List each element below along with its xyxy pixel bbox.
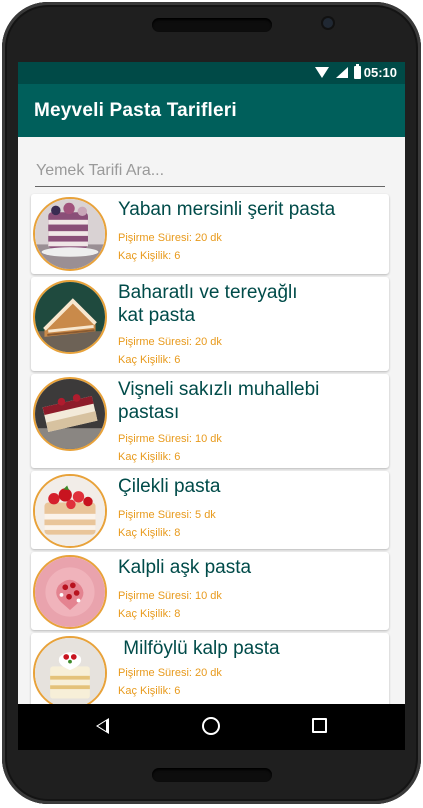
back-icon[interactable] (96, 718, 109, 734)
search-input[interactable]: Yemek Tarifi Ara... (35, 155, 385, 187)
recipe-image (33, 555, 107, 629)
screen: 05:10 Meyveli Pasta Tarifleri Yemek Tari… (18, 62, 405, 704)
recipe-cook-time: Pişirme Süresi: 20 dk (118, 232, 222, 244)
recipe-card[interactable]: Çilekli pasta Pişirme Süresi: 5 dk Kaç K… (31, 471, 389, 549)
signal-icon (336, 67, 348, 78)
recipe-servings: Kaç Kişilik: 6 (118, 451, 181, 463)
recipe-image (33, 197, 107, 271)
recipe-title: Kalpli aşk pasta (118, 557, 252, 578)
front-camera-icon (323, 18, 333, 28)
recipe-title: Baharatlı ve tereyağlı kat pasta (118, 282, 298, 326)
recipe-card[interactable]: Kalpli aşk pasta Pişirme Süresi: 10 dk K… (31, 552, 389, 630)
wifi-icon (315, 67, 329, 78)
recipe-cook-time: Pişirme Süresi: 20 dk (118, 667, 222, 679)
status-bar: 05:10 (18, 62, 405, 84)
recipe-image (33, 377, 107, 451)
navigation-bar (18, 704, 405, 750)
recipe-cook-time: Pişirme Süresi: 5 dk (118, 509, 216, 521)
recipe-servings: Kaç Kişilik: 6 (118, 250, 181, 262)
top-speaker (152, 18, 272, 32)
recipe-servings: Kaç Kişilik: 6 (118, 685, 181, 697)
recipe-card[interactable]: Milföylü kalp pasta Pişirme Süresi: 20 d… (31, 633, 389, 704)
recipe-image (33, 280, 107, 354)
recipe-cook-time: Pişirme Süresi: 20 dk (118, 336, 222, 348)
recipe-title: Vişneli sakızlı muhallebi pastası (118, 379, 320, 423)
bottom-speaker (152, 768, 272, 782)
recipe-title: Çilekli pasta (118, 476, 221, 497)
search-placeholder: Yemek Tarifi Ara... (36, 162, 165, 179)
recipe-image (33, 474, 107, 548)
recipe-title: Yaban mersinli şerit pasta (118, 199, 336, 220)
recipe-servings: Kaç Kişilik: 8 (118, 527, 181, 539)
app-bar: Meyveli Pasta Tarifleri (18, 84, 405, 137)
recipe-servings: Kaç Kişilik: 8 (118, 608, 181, 620)
recipe-image (33, 636, 107, 704)
battery-icon (354, 64, 361, 79)
phone-frame: 05:10 Meyveli Pasta Tarifleri Yemek Tari… (0, 0, 423, 808)
recipe-card[interactable]: Baharatlı ve tereyağlı kat pasta Pişirme… (31, 277, 389, 371)
content-area: Yemek Tarifi Ara... Yaban mersinli şerit… (18, 137, 405, 704)
recipe-cook-time: Pişirme Süresi: 10 dk (118, 590, 222, 602)
recents-icon[interactable] (312, 718, 327, 733)
recipe-card[interactable]: Yaban mersinli şerit pasta Pişirme Süres… (31, 194, 389, 274)
status-time: 05:10 (363, 65, 397, 80)
home-icon[interactable] (202, 717, 220, 735)
recipe-title: Milföylü kalp pasta (118, 638, 280, 659)
app-title: Meyveli Pasta Tarifleri (34, 100, 237, 121)
recipe-servings: Kaç Kişilik: 6 (118, 354, 181, 366)
recipe-card[interactable]: Vişneli sakızlı muhallebi pastası Pişirm… (31, 374, 389, 468)
recipe-cook-time: Pişirme Süresi: 10 dk (118, 433, 222, 445)
